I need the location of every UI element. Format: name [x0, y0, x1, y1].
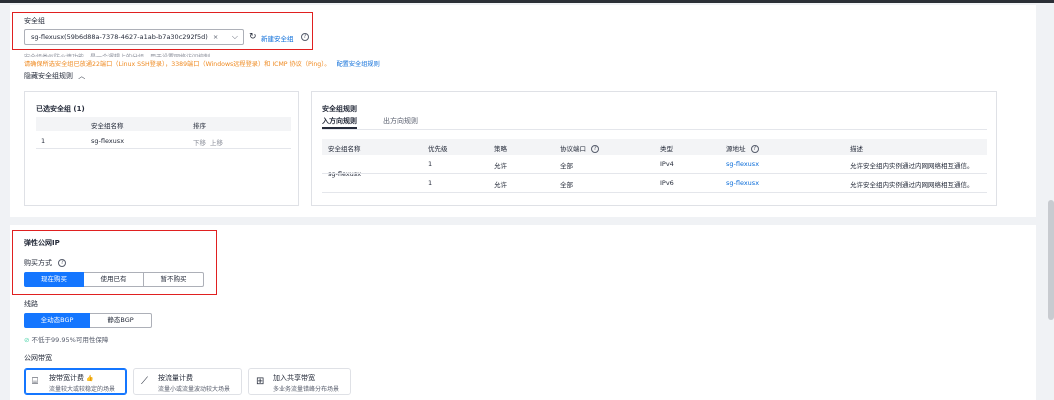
sla-text: 不低于99.95%可用性保障 — [31, 336, 109, 344]
security-group-label: 安全组 — [24, 17, 45, 25]
column-header: 安全组名称 — [328, 145, 361, 153]
hide-rules-label: 隐藏安全组规则 — [24, 72, 73, 80]
row-index: 1 — [41, 137, 46, 145]
selected-groups-title: 已选安全组 (1) — [36, 105, 85, 113]
bandwidth-option-title: 加入共享带宽 — [273, 374, 315, 382]
bandwidth-option-sub: 流量较大或较稳定的场景 — [49, 386, 116, 393]
purchase-method-text: 购买方式 — [24, 259, 52, 267]
top-bar — [0, 0, 1054, 3]
help-icon[interactable]: ? — [750, 145, 759, 153]
rule-type: IPv6 — [660, 179, 674, 187]
purchase-method-label: 购买方式 ? — [24, 258, 67, 268]
tab-divider — [322, 129, 987, 130]
row-group-name: sg-flexusx — [91, 137, 125, 145]
rule-policy: 允许 — [494, 162, 507, 170]
sla-note: ⊘ 不低于99.95%可用性保障 — [24, 334, 108, 344]
move-up-link[interactable]: 上移 — [210, 137, 223, 147]
line-option-static-bgp[interactable]: 静态BGP — [90, 313, 152, 328]
refresh-icon[interactable]: ↻ — [249, 32, 257, 42]
column-header: 协议端口 ? — [560, 143, 600, 153]
line-option-dynamic-bgp[interactable]: 全动态BGP — [24, 313, 90, 328]
column-header: 类型 — [660, 145, 673, 153]
eip-title: 弹性公网IP — [24, 239, 60, 247]
bandwidth-icon: ⌸ — [32, 376, 38, 387]
bandwidth-label: 公网带宽 — [24, 354, 52, 362]
help-icon[interactable]: ? — [301, 33, 309, 41]
bandwidth-option-shared[interactable]: ⊞ 加入共享带宽 多业务流量错峰分布场景 — [248, 368, 351, 395]
move-down-link[interactable]: 下移 — [193, 137, 206, 147]
rule-port: 全部 — [560, 181, 573, 189]
rule-description: 允许安全组内实例通过内网网络相互通信。 — [850, 181, 974, 189]
column-header: 优先级 — [428, 145, 448, 153]
help-icon[interactable]: ? — [58, 259, 67, 267]
new-security-group-link[interactable]: 新建安全组 — [261, 33, 294, 43]
tab-outbound[interactable]: 出方向规则 — [383, 116, 418, 126]
traffic-chart-icon: ⟋ — [141, 376, 148, 387]
rule-priority: 1 — [428, 179, 433, 187]
bandwidth-option-title: 按带宽计费 👍 — [49, 373, 94, 383]
security-group-select[interactable]: sg-flexusx(59b6d88a-7378-4627-a1ab-b7a30… — [24, 29, 244, 45]
shared-bandwidth-icon: ⊞ — [256, 376, 265, 387]
table-row: 1 sg-flexusx 下移 上移 — [36, 131, 291, 149]
chevron-down-icon[interactable]: ⌵ — [232, 32, 238, 42]
rule-source-link[interactable]: sg-flexusx — [726, 160, 759, 168]
rules-header: 安全组名称 优先级 策略 协议端口 ? 类型 源地址 ? 描述 — [322, 139, 987, 155]
line-label: 线路 — [24, 300, 38, 308]
tab-inbound[interactable]: 入方向规则 — [322, 116, 357, 129]
bandwidth-option-title-text: 按带宽计费 — [49, 374, 84, 382]
bandwidth-option-title: 按流量计费 — [158, 374, 193, 382]
chevron-up-icon: ︿ — [78, 72, 86, 80]
rule-type: IPv4 — [660, 160, 674, 168]
thumbs-up-icon: 👍 — [86, 375, 94, 382]
security-rules-title: 安全组规则 — [322, 105, 357, 113]
column-header-label: 协议端口 — [560, 145, 586, 153]
selected-groups-header: 安全组名称 排序 — [36, 117, 291, 131]
column-header: 排序 — [193, 122, 206, 130]
security-rules-panel: 安全组规则 入方向规则 出方向规则 安全组名称 优先级 策略 协议端口 ? 类型… — [311, 91, 997, 206]
table-row: 1 允许 全部 IPv4 sg-flexusx 允许安全组内实例通过内网网络相互… — [322, 155, 987, 174]
selected-group-tag: sg-flexusx(59b6d88a-7378-4627-a1ab-b7a30… — [28, 32, 222, 42]
table-row: 1 允许 全部 IPv6 sg-flexusx 允许安全组内实例通过内网网络相互… — [322, 174, 987, 193]
selected-groups-panel: 已选安全组 (1) 安全组名称 排序 1 sg-flexusx 下移 上移 — [24, 91, 299, 206]
purchase-option-not-now[interactable]: 暂不购买 — [144, 272, 204, 287]
purchase-option-buy-now[interactable]: 现在购买 — [24, 272, 84, 287]
rule-source-link[interactable]: sg-flexusx — [726, 179, 759, 187]
bandwidth-option-sub: 多业务流量错峰分布场景 — [273, 386, 340, 393]
purchase-option-use-existing[interactable]: 使用已有 — [84, 272, 144, 287]
page-scrollbar[interactable] — [1048, 200, 1054, 320]
column-header: 策略 — [494, 145, 507, 153]
bandwidth-option-by-traffic[interactable]: ⟋ 按流量计费 流量小或流量波动较大场景 — [133, 368, 242, 395]
configure-rules-link[interactable]: 配置安全组规则 — [336, 61, 379, 68]
check-circle-icon: ⊘ — [24, 336, 30, 344]
hide-rules-toggle[interactable]: 隐藏安全组规则 ︿ — [24, 71, 85, 81]
security-group-hint: 安全组类似防火墙功能，是一个逻辑上的分组，用于设置网络访问控制。 — [24, 52, 216, 57]
bandwidth-option-by-bandwidth[interactable]: ⌸ 按带宽计费 👍 流量较大或较稳定的场景 — [24, 368, 127, 395]
tag-close-icon[interactable]: × — [213, 33, 218, 41]
rule-policy: 允许 — [494, 181, 507, 189]
selected-group-tag-text: sg-flexusx(59b6d88a-7378-4627-a1ab-b7a30… — [31, 33, 208, 41]
column-header-label: 源地址 — [726, 145, 746, 153]
help-icon[interactable]: ? — [591, 145, 600, 153]
column-header: 源地址 ? — [726, 143, 759, 153]
security-group-warning: 请确保所选安全组已放通22端口（Linux SSH登录），3389端口（Wind… — [24, 59, 380, 68]
column-header: 描述 — [850, 145, 863, 153]
rule-priority: 1 — [428, 160, 433, 168]
warning-text: 请确保所选安全组已放通22端口（Linux SSH登录），3389端口（Wind… — [24, 61, 331, 68]
bandwidth-option-sub: 流量小或流量波动较大场景 — [158, 386, 231, 393]
rule-description: 允许安全组内实例通过内网网络相互通信。 — [850, 162, 974, 170]
column-header: 安全组名称 — [91, 122, 124, 130]
rule-port: 全部 — [560, 162, 573, 170]
